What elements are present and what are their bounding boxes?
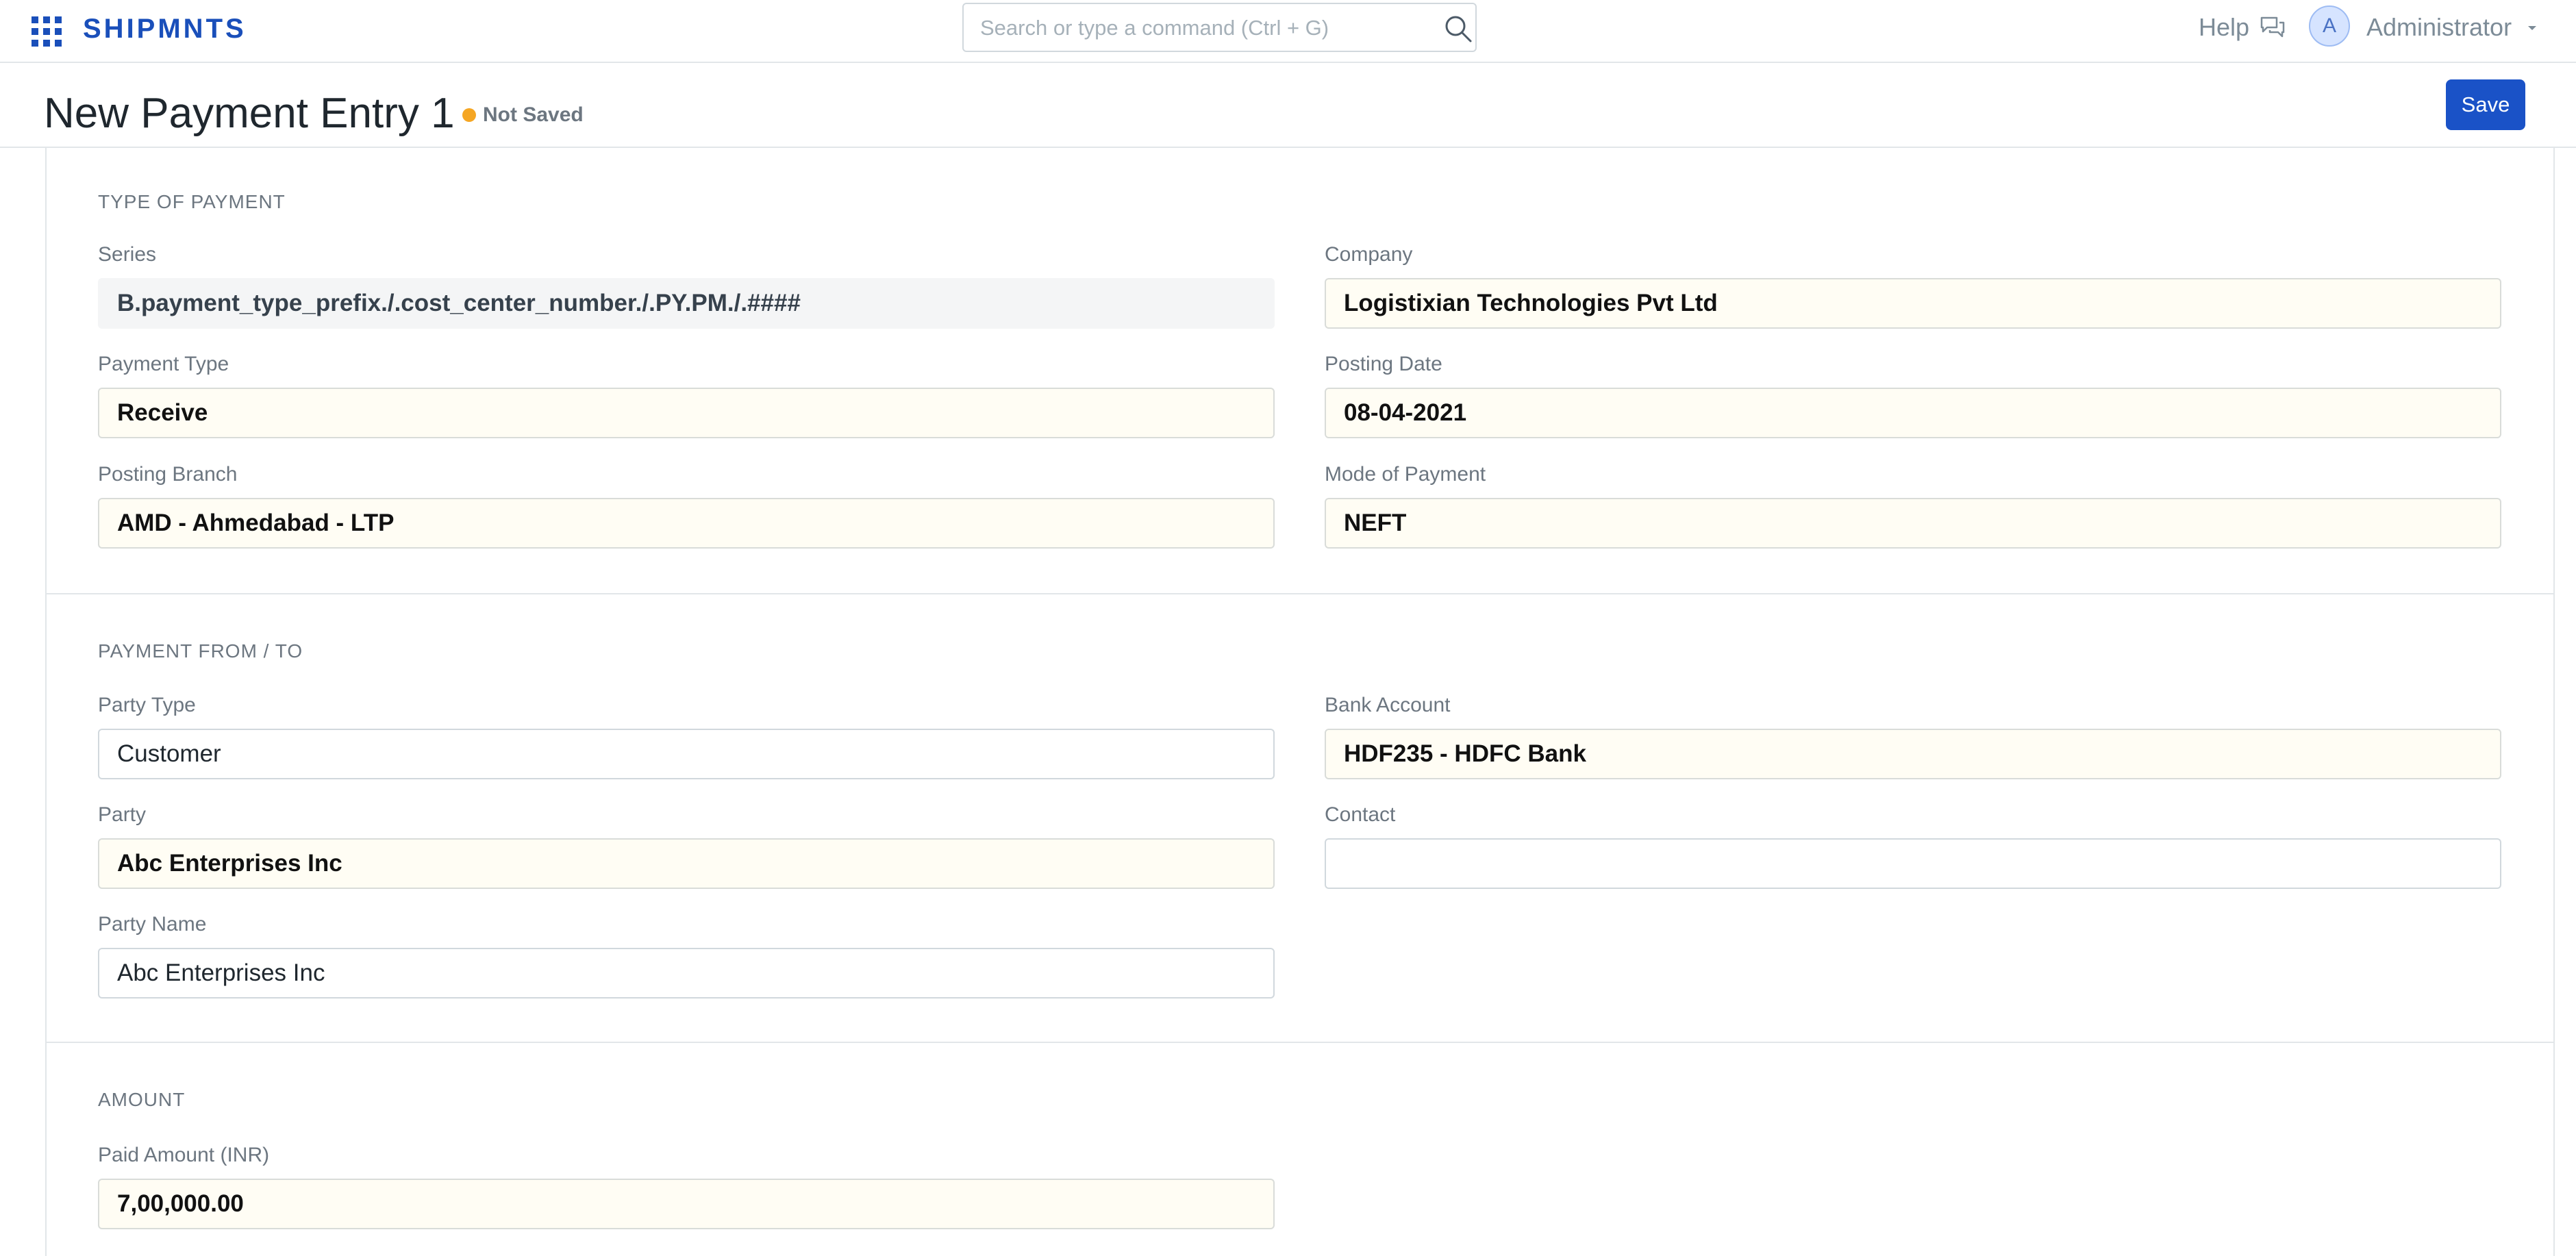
- page-header: New Payment Entry 1 Not Saved Save: [0, 63, 2576, 148]
- brand-logo[interactable]: SHIPMNTS: [83, 12, 247, 45]
- party-name-field[interactable]: Abc Enterprises Inc: [98, 948, 1275, 998]
- bank-account-label: Bank Account: [1325, 694, 1451, 716]
- party-label: Party: [98, 803, 147, 826]
- paid-amount-label: Paid Amount (INR): [98, 1144, 270, 1166]
- mode-of-payment-label: Mode of Payment: [1325, 463, 1486, 486]
- user-menu[interactable]: Administrator: [2366, 12, 2512, 42]
- navbar: SHIPMNTS Help A Administrator: [0, 0, 2576, 63]
- payment-type-field[interactable]: Receive: [98, 388, 1275, 438]
- page-title: New Payment Entry 1: [44, 90, 455, 137]
- status-indicator-dot: [462, 108, 476, 122]
- series-field[interactable]: B.payment_type_prefix./.cost_center_numb…: [98, 278, 1275, 329]
- search-bar[interactable]: [962, 3, 1477, 52]
- posting-date-field[interactable]: 08-04-2021: [1325, 388, 2501, 438]
- payment-type-label: Payment Type: [98, 353, 229, 375]
- bank-account-field[interactable]: HDF235 - HDFC Bank: [1325, 729, 2501, 779]
- chat-bubbles-icon[interactable]: [2259, 14, 2286, 41]
- search-icon[interactable]: [1443, 14, 1473, 44]
- party-name-label: Party Name: [98, 913, 207, 935]
- party-type-label: Party Type: [98, 694, 196, 716]
- company-label: Company: [1325, 243, 1413, 266]
- status-badge: Not Saved: [483, 103, 584, 126]
- party-type-field[interactable]: Customer: [98, 729, 1275, 779]
- section-heading: PAYMENT FROM / TO: [98, 640, 303, 662]
- mode-of-payment-field[interactable]: NEFT: [1325, 498, 2501, 549]
- contact-field[interactable]: [1325, 838, 2501, 889]
- paid-amount-field[interactable]: 7,00,000.00: [98, 1179, 1275, 1229]
- company-field[interactable]: Logistixian Technologies Pvt Ltd: [1325, 278, 2501, 329]
- chevron-down-icon[interactable]: [2526, 23, 2538, 33]
- search-input[interactable]: [980, 11, 1418, 45]
- section-amount: AMOUNT Paid Amount (INR) 7,00,000.00: [47, 1042, 2553, 1256]
- help-menu[interactable]: Help: [2199, 12, 2249, 42]
- save-button[interactable]: Save: [2446, 79, 2525, 130]
- posting-date-label: Posting Date: [1325, 353, 1442, 375]
- app-grid-icon[interactable]: [32, 16, 62, 47]
- posting-branch-label: Posting Branch: [98, 463, 238, 486]
- party-field[interactable]: Abc Enterprises Inc: [98, 838, 1275, 889]
- contact-label: Contact: [1325, 803, 1396, 826]
- avatar[interactable]: A: [2309, 5, 2350, 47]
- section-payment-from-to: PAYMENT FROM / TO Party Type Customer Ba…: [47, 593, 2553, 1042]
- payment-entry-form: TYPE OF PAYMENT Series B.payment_type_pr…: [45, 148, 2555, 1256]
- posting-branch-field[interactable]: AMD - Ahmedabad - LTP: [98, 498, 1275, 549]
- section-type-of-payment: TYPE OF PAYMENT Series B.payment_type_pr…: [47, 148, 2553, 593]
- series-label: Series: [98, 243, 157, 266]
- section-heading: TYPE OF PAYMENT: [98, 191, 286, 212]
- section-heading: AMOUNT: [98, 1089, 186, 1110]
